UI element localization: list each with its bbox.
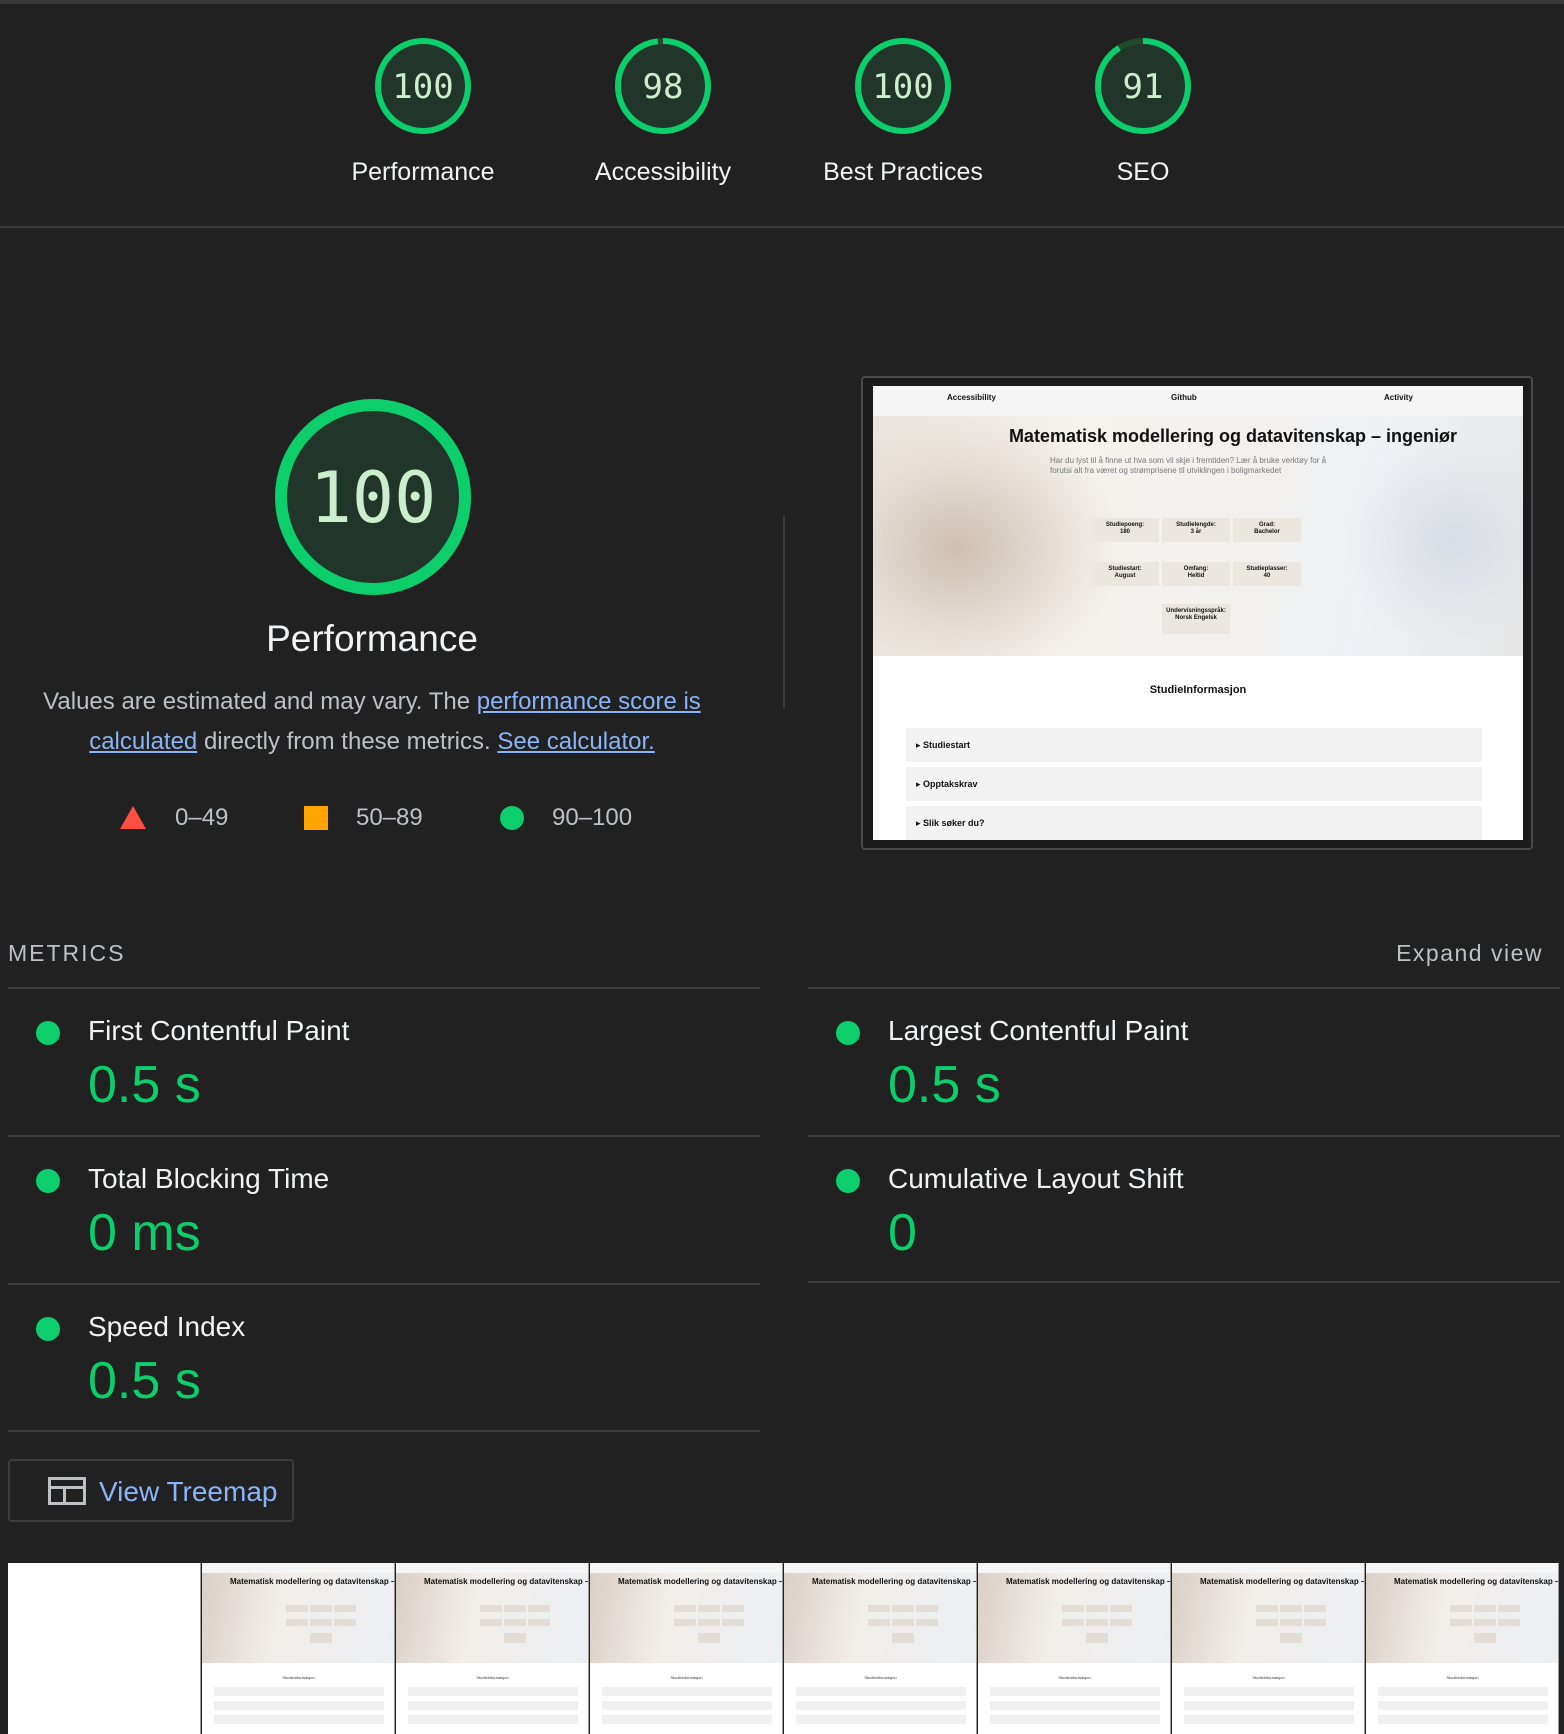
preview-card: Omfang: Heltid bbox=[1162, 562, 1230, 586]
preview-card: Undervisningsspråk: Norsk Engelsk bbox=[1162, 604, 1230, 634]
preview-title: Matematisk modellering og datavitenskap … bbox=[1008, 426, 1458, 446]
square-icon bbox=[304, 806, 328, 830]
metric-total-blocking-time: Total Blocking Time 0 ms bbox=[8, 1137, 708, 1283]
view-treemap-label: View Treemap bbox=[99, 1476, 278, 1507]
gauge-label: SEO bbox=[1116, 158, 1170, 186]
final-screenshot[interactable]: Accessibility Github Activity Matematisk… bbox=[861, 376, 1533, 850]
gauge-ring: 91 bbox=[1095, 38, 1191, 134]
gauge-accessibility[interactable]: 98 Accessibility bbox=[563, 36, 763, 187]
metric-value: 0 bbox=[888, 1204, 917, 1262]
view-treemap-button[interactable]: View Treemap bbox=[8, 1459, 294, 1522]
legend-average-label: 50–89 bbox=[356, 804, 423, 831]
expand-view-toggle[interactable]: Expand view bbox=[1396, 940, 1543, 967]
performance-description: Values are estimated and may vary. The p… bbox=[30, 682, 714, 762]
description-text: Values are estimated and may vary. The bbox=[43, 688, 477, 715]
metric-value: 0.5 s bbox=[88, 1056, 201, 1114]
see-calculator-link[interactable]: See calculator. bbox=[497, 728, 654, 755]
metric-title: Total Blocking Time bbox=[88, 1163, 330, 1194]
metric-title: Speed Index bbox=[88, 1311, 246, 1342]
gauge-score: 98 bbox=[643, 67, 684, 107]
metric-value: 0.5 s bbox=[888, 1056, 1001, 1114]
preview-nav-item: Github bbox=[1171, 393, 1197, 402]
gauge-score: 100 bbox=[872, 67, 933, 107]
legend-pass-label: 90–100 bbox=[552, 804, 633, 831]
metric-title: Largest Contentful Paint bbox=[888, 1015, 1189, 1046]
preview-accordion-item: ▸ Slik søker du? bbox=[906, 806, 1482, 840]
pass-circle-icon bbox=[836, 1021, 860, 1045]
divider bbox=[783, 516, 785, 708]
filmstrip-frame: Matematisk modellering og datavitenskap … bbox=[590, 1563, 783, 1734]
gauge-label: Best Practices bbox=[823, 158, 983, 186]
category-gauges: 100 Performance 98 Accessibility 100 Bes… bbox=[0, 0, 1564, 228]
gauge-performance[interactable]: 100 Performance bbox=[323, 36, 523, 187]
pass-circle-icon bbox=[36, 1169, 60, 1193]
gauge-best-practices[interactable]: 100 Best Practices bbox=[803, 36, 1003, 187]
preview-card: Studielengde: 3 år bbox=[1162, 518, 1230, 542]
filmstrip-frame: Matematisk modellering og datavitenskap … bbox=[202, 1563, 395, 1734]
divider bbox=[808, 1281, 1560, 1283]
filmstrip: Matematisk modellering og datavitenskap … bbox=[8, 1563, 1564, 1734]
treemap-icon bbox=[48, 1477, 86, 1505]
gauge-ring: 100 bbox=[375, 38, 471, 134]
gauge-ring: 100 bbox=[855, 38, 951, 134]
pass-circle-icon bbox=[36, 1021, 60, 1045]
preview-accordion-item: ▸ Opptakskrav bbox=[906, 767, 1482, 801]
metric-title: First Contentful Paint bbox=[88, 1015, 350, 1046]
metric-title: Cumulative Layout Shift bbox=[888, 1163, 1184, 1194]
preview-section-title: StudieInformasjon bbox=[1149, 684, 1247, 696]
metric-largest-contentful-paint: Largest Contentful Paint 0.5 s bbox=[808, 989, 1508, 1135]
preview-subtitle: Har du lyst til å finne ut hva som vil s… bbox=[1050, 456, 1327, 475]
metric-first-contentful-paint: First Contentful Paint 0.5 s bbox=[8, 989, 708, 1135]
triangle-icon bbox=[120, 806, 146, 829]
performance-score: 100 bbox=[310, 457, 436, 539]
preview-card: Grad: Bachelor bbox=[1233, 518, 1301, 542]
filmstrip-frame bbox=[8, 1563, 201, 1734]
preview-card: Studiestart: August bbox=[1091, 562, 1159, 586]
preview-card: Studiepoeng: 180 bbox=[1091, 518, 1159, 542]
metric-speed-index: Speed Index 0.5 s bbox=[8, 1285, 708, 1431]
metric-value: 0.5 s bbox=[88, 1352, 201, 1410]
preview-accordion-item: ▸ Studiestart bbox=[906, 728, 1482, 762]
preview-nav: Accessibility Github Activity bbox=[873, 386, 1523, 416]
gauge-score: 100 bbox=[392, 67, 453, 107]
performance-title: Performance bbox=[266, 618, 478, 659]
metric-cumulative-layout-shift: Cumulative Layout Shift 0 bbox=[808, 1137, 1508, 1283]
metrics-heading: METRICS bbox=[8, 940, 126, 966]
performance-gauge: 100 bbox=[275, 399, 471, 595]
filmstrip-frame: Matematisk modellering og datavitenskap … bbox=[396, 1563, 589, 1734]
circle-icon bbox=[500, 806, 524, 830]
preview-card: Studieplasser: 40 bbox=[1233, 562, 1301, 586]
gauge-seo[interactable]: 91 SEO bbox=[1043, 36, 1243, 187]
gauge-ring: 98 bbox=[615, 38, 711, 134]
pass-circle-icon bbox=[836, 1169, 860, 1193]
description-text: directly from these metrics. bbox=[197, 728, 498, 755]
preview-nav-item: Activity bbox=[1384, 393, 1413, 402]
gauge-label: Accessibility bbox=[594, 158, 732, 186]
gauge-label: Performance bbox=[351, 158, 495, 186]
legend-fail-label: 0–49 bbox=[175, 804, 229, 831]
metric-value: 0 ms bbox=[88, 1204, 201, 1262]
filmstrip-frame: Matematisk modellering og datavitenskap … bbox=[1172, 1563, 1365, 1734]
gauge-score: 91 bbox=[1123, 67, 1164, 107]
pass-circle-icon bbox=[36, 1317, 60, 1341]
preview-nav-item: Accessibility bbox=[947, 393, 996, 402]
filmstrip-frame: Matematisk modellering og datavitenskap … bbox=[978, 1563, 1171, 1734]
divider bbox=[8, 1430, 760, 1432]
filmstrip-frame: Matematisk modellering og datavitenskap … bbox=[784, 1563, 977, 1734]
filmstrip-frame: Matematisk modellering og datavitenskap … bbox=[1366, 1563, 1559, 1734]
screenshot-page: Accessibility Github Activity Matematisk… bbox=[873, 386, 1523, 840]
